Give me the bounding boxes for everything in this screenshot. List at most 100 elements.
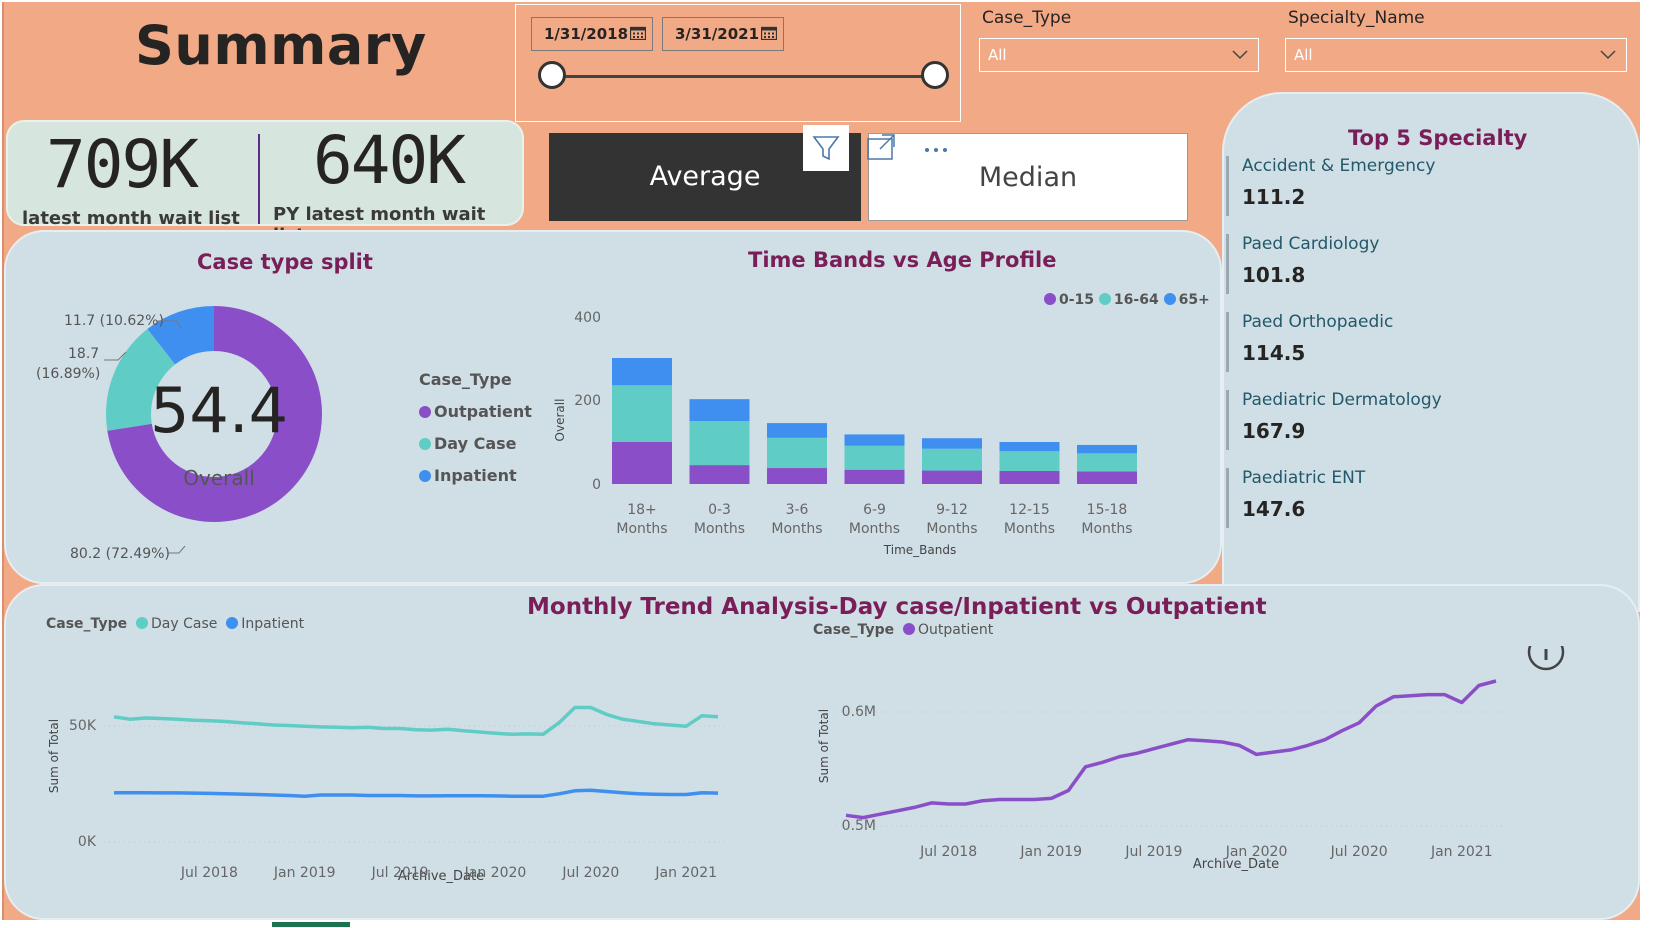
trend-right-legend-title: Case_Type	[813, 622, 895, 638]
bar-xtick: Months	[849, 521, 900, 537]
focus-mode-button[interactable]	[858, 125, 904, 171]
trend-line-outpatient[interactable]	[845, 679, 1497, 820]
trend-line-day-case[interactable]	[113, 705, 719, 737]
trend-xtick: Jan 2021	[654, 865, 717, 881]
bar-segment-16-64[interactable]	[1077, 453, 1137, 472]
bar-xtick: 12-15	[1009, 502, 1050, 518]
bar-xtick: Months	[771, 521, 822, 537]
case-type-dropdown-value: All	[988, 46, 1007, 64]
specialty-filter-label: Specialty_Name	[1288, 8, 1425, 28]
top5-specialty-value: 101.8	[1242, 263, 1306, 287]
bar-xtick: Months	[1004, 521, 1055, 537]
calendar-icon[interactable]	[761, 26, 777, 40]
calendar-icon[interactable]	[630, 26, 646, 40]
donut-label-daycase-value: 18.7	[68, 346, 99, 362]
top5-specialty-value: 147.6	[1242, 497, 1306, 521]
trend-legend-item[interactable]: Outpatient	[903, 622, 993, 638]
top5-specialty-value: 167.9	[1242, 419, 1306, 443]
bar-segment-16-64[interactable]	[922, 448, 982, 471]
case-type-dropdown[interactable]: All	[979, 38, 1259, 72]
date-range-slicer: 1/31/2018 3/31/2021	[515, 4, 961, 122]
bar-segment-65+[interactable]	[689, 399, 750, 421]
trend-legend-item[interactable]: Inpatient	[226, 616, 304, 632]
start-date-input[interactable]: 1/31/2018	[531, 17, 653, 51]
bar-segment-0-15[interactable]	[689, 465, 750, 484]
trend-left-line-chart: 50K 0K Sum of Total Archive_Date Jul 201…	[47, 705, 728, 884]
trend-xtick: Jan 2020	[1225, 844, 1288, 860]
bar-segment-16-64[interactable]	[689, 421, 750, 466]
trend-xtick: Jul 2018	[180, 865, 238, 881]
trend-left-ytick: 0K	[78, 834, 97, 850]
chevron-down-icon	[1232, 50, 1248, 60]
bar-segment-16-64[interactable]	[844, 445, 905, 470]
more-options-button[interactable]	[913, 125, 959, 171]
trend-xtick: Jan 2021	[1430, 844, 1493, 860]
bar-segment-16-64[interactable]	[612, 385, 672, 442]
bar-segment-0-15[interactable]	[767, 468, 827, 484]
donut-label-inpatient: 11.7 (10.62%)	[64, 313, 164, 329]
case-type-filter-label: Case_Type	[982, 8, 1072, 28]
trend-line-inpatient[interactable]	[114, 788, 719, 798]
kpi-card: 709K latest month wait list 640K PY late…	[6, 120, 524, 246]
date-slider-end-handle[interactable]	[921, 61, 949, 89]
filter-icon	[812, 136, 840, 161]
trend-panel: Monthly Trend Analysis-Day case/Inpatien…	[4, 584, 1640, 920]
donut-legend-item[interactable]: Inpatient	[419, 466, 532, 498]
page-tab-indicator[interactable]	[272, 922, 350, 927]
info-icon[interactable]	[1527, 646, 1565, 671]
trend-left-legend: Case_Type Day Case Inpatient	[46, 616, 304, 632]
bar-xtick: Months	[616, 521, 667, 537]
bar-segment-0-15[interactable]	[844, 469, 905, 484]
bar-segment-65+[interactable]	[612, 358, 672, 386]
focus-mode-icon	[867, 134, 895, 160]
bar-ytick: 200	[574, 393, 601, 409]
top5-separator	[1226, 468, 1229, 528]
start-date-value: 1/31/2018	[544, 25, 629, 43]
bar-segment-65+[interactable]	[922, 438, 982, 449]
top5-specialty-name: Paediatric Dermatology	[1242, 390, 1442, 410]
trend-legend-item[interactable]: Day Case	[136, 616, 217, 632]
trend-xtick: Jul 2020	[561, 865, 619, 881]
bar-xtick: Months	[694, 521, 745, 537]
bar-xtick: 15-18	[1087, 502, 1128, 518]
date-slider-start-handle[interactable]	[538, 61, 566, 89]
end-date-input[interactable]: 3/31/2021	[662, 17, 784, 51]
donut-legend: Outpatient Day Case Inpatient	[419, 402, 532, 498]
donut-legend-item[interactable]: Outpatient	[419, 402, 532, 434]
kpi-latest-label: latest month wait list	[22, 208, 240, 229]
top5-separator	[1226, 156, 1229, 216]
date-slider-track[interactable]	[551, 75, 936, 78]
bar-segment-0-15[interactable]	[999, 470, 1060, 484]
trend-right-line-chart: 0.6M 0.5M Sum of Total Archive_Date Jul …	[817, 646, 1565, 872]
trend-left-legend-title: Case_Type	[46, 616, 128, 632]
top5-specialty-name: Paed Orthopaedic	[1242, 312, 1394, 332]
top5-title: Top 5 Specialty	[1348, 126, 1528, 150]
specialty-dropdown-value: All	[1294, 46, 1313, 64]
top5-specialty-value: 111.2	[1242, 185, 1306, 209]
top5-specialty-card: Top 5 Specialty Accident & Emergency 111.…	[1222, 92, 1640, 612]
kpi-divider	[258, 134, 260, 224]
bar-segment-65+[interactable]	[767, 423, 827, 438]
bar-chart-title: Time Bands vs Age Profile	[748, 248, 1057, 272]
bar-segment-0-15[interactable]	[922, 470, 982, 484]
trend-xtick: Jul 2019	[1124, 844, 1182, 860]
kpi-latest-value: 709K	[46, 126, 199, 203]
specialty-dropdown[interactable]: All	[1285, 38, 1627, 72]
donut-label-daycase-pct: (16.89%)	[36, 366, 100, 382]
bar-xtick: 3-6	[786, 502, 809, 518]
donut-legend-item[interactable]: Day Case	[419, 434, 532, 466]
bar-segment-65+[interactable]	[844, 434, 905, 446]
bar-segment-65+[interactable]	[999, 442, 1060, 452]
bar-segment-65+[interactable]	[1077, 444, 1137, 454]
bar-segment-0-15[interactable]	[612, 442, 672, 484]
top5-specialty-name: Paediatric ENT	[1242, 468, 1366, 488]
bar-segment-0-15[interactable]	[1077, 471, 1137, 484]
donut-legend-title: Case_Type	[419, 370, 512, 389]
filter-button[interactable]	[803, 125, 849, 171]
top5-specialty-value: 114.5	[1242, 341, 1306, 365]
top5-separator	[1226, 390, 1229, 450]
chevron-down-icon	[1600, 50, 1616, 60]
bar-segment-16-64[interactable]	[999, 451, 1060, 471]
bar-segment-16-64[interactable]	[767, 437, 827, 469]
trend-right-ylabel: Sum of Total	[817, 709, 831, 783]
